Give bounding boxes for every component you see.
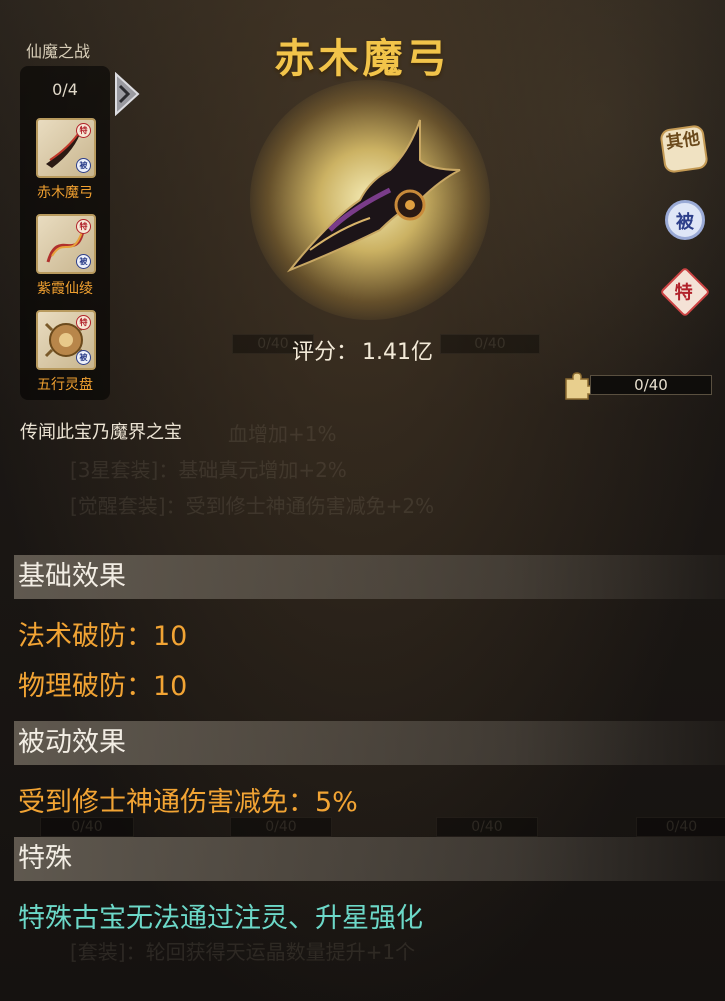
passive-tag-icon: 被: [76, 254, 91, 269]
puzzle-progress-bar: 0/40: [590, 375, 712, 395]
ghost-progress-bar: 0/40: [436, 817, 538, 837]
passive-tab-button[interactable]: 被: [665, 200, 705, 240]
ghost-progress-bar: 0/40: [40, 817, 134, 837]
ghost-progress-bar: 0/40: [636, 817, 725, 837]
score-label: 评分：: [291, 340, 358, 365]
basic-effect-line: 物理破防：10: [18, 671, 188, 702]
special-header: 特殊: [14, 837, 725, 881]
set-item-label: 五行灵盘: [37, 377, 93, 393]
ghost-text-line: [套装]：轮回获得天运晶数量提升+1个: [70, 940, 416, 964]
special-tab-label: 特: [674, 282, 693, 304]
passive-effect-line: 受到修士神通伤害减免：5%: [18, 787, 358, 818]
item-description: 传闻此宝乃魔界之宝: [20, 422, 182, 443]
special-tag-icon: 特: [76, 315, 91, 330]
passive-tag-icon: 被: [76, 158, 91, 173]
ghost-text-line: [觉醒套装]：受到修士神通伤害减免+2%: [70, 494, 435, 518]
special-tag-icon: 特: [76, 219, 91, 234]
ribbon-icon: 特 被: [36, 214, 96, 274]
bow-artwork-icon: [270, 110, 470, 290]
item-score: 评分： 1.41亿: [0, 334, 725, 366]
set-item-label: 赤木魔弓: [37, 185, 93, 201]
basic-effect-line: 法术破防：10: [18, 621, 188, 652]
other-tab-button[interactable]: 其他: [659, 124, 709, 174]
item-name-title: 赤木魔弓: [274, 36, 451, 82]
special-effect-line: 特殊古宝无法通过注灵、升星强化: [18, 903, 423, 934]
score-value: 1.41亿: [362, 340, 433, 365]
ghost-text-line: [3星套装]：基础真元增加+2%: [70, 458, 347, 482]
ghost-text-line: 血增加+1%: [228, 422, 337, 446]
set-item-label: 紫霞仙绫: [37, 281, 93, 297]
ghost-progress-bar: 0/40: [230, 817, 332, 837]
special-tag-icon: 特: [76, 123, 91, 138]
passive-effects-header: 被动效果: [14, 721, 725, 765]
bow-icon: 特 被: [36, 118, 96, 178]
basic-effects-header: 基础效果: [14, 555, 725, 599]
